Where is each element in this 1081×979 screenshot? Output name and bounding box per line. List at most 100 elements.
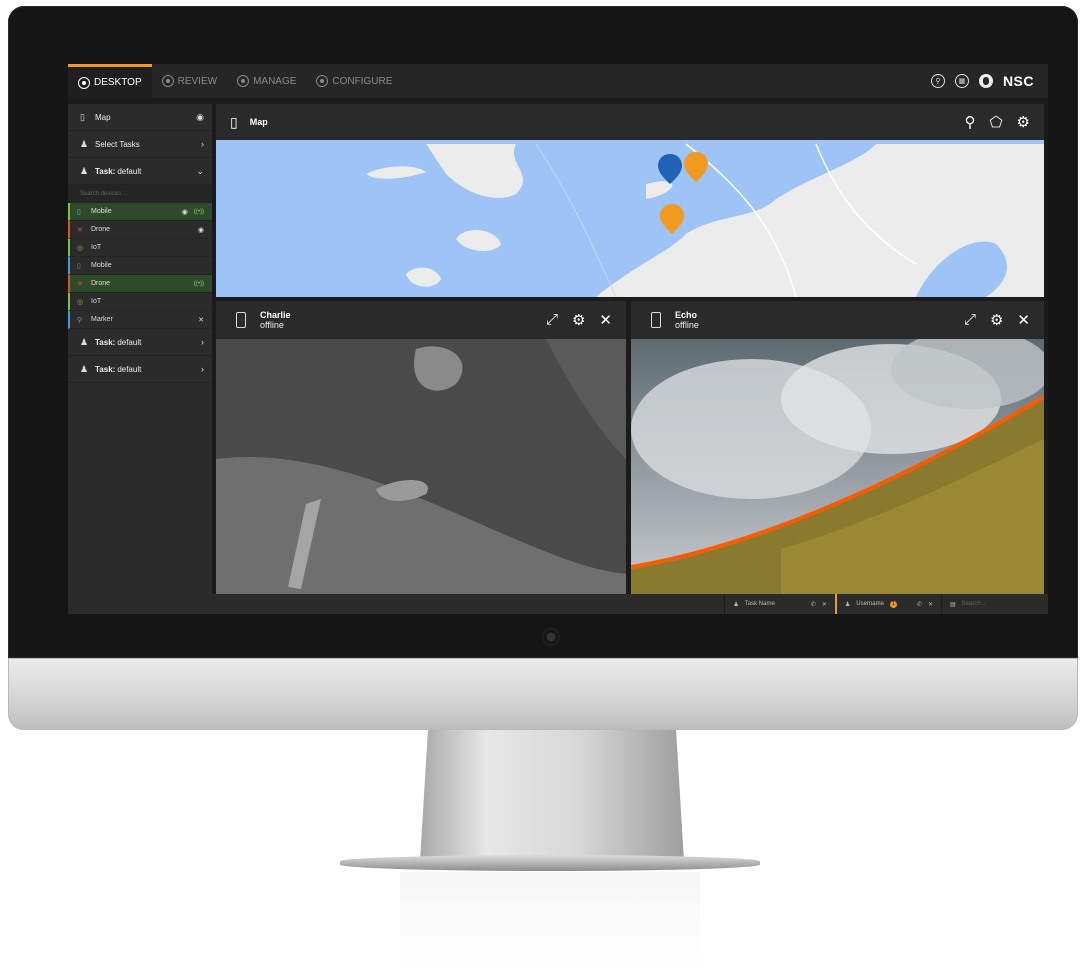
camera-feed-aerial xyxy=(216,339,626,594)
main-area: ▯ Map ⚲ ⬠ ⚙ Charlie offline ⤢ ⚙ ✕ Echo o… xyxy=(216,104,1044,594)
sidebar-item-label: Select Tasks xyxy=(95,139,140,149)
mobile-icon: ▯ xyxy=(77,208,81,216)
user-icon: ♟ xyxy=(844,601,851,608)
stand-reflection xyxy=(400,872,700,972)
sidebar: ▯ Map ◉ ♟ Select Tasks › ♟ Task: default… xyxy=(68,104,212,594)
map-panel[interactable]: ▯ Map ⚲ ⬠ ⚙ xyxy=(216,104,1044,297)
camera-feed-wildfire xyxy=(631,339,1044,594)
user-call-widget[interactable]: ♟ Username 1 ✆ ✕ xyxy=(834,594,941,614)
task-prefix: Task: xyxy=(95,364,116,374)
search-placeholder: Search devices ... xyxy=(80,191,128,197)
marker-pin-icon[interactable]: ⚲ xyxy=(965,113,976,131)
chat-icon: ▤ xyxy=(950,601,956,608)
map-panel-title: Map xyxy=(249,117,268,127)
expand-icon[interactable]: ⤢ xyxy=(964,311,976,329)
camera-header: Charlie offline ⤢ ⚙ ✕ xyxy=(216,301,626,339)
task-value: default xyxy=(117,337,142,347)
brand-logo: NSC xyxy=(1002,73,1034,89)
task-value: default xyxy=(117,364,142,374)
tab-manage[interactable]: MANAGE xyxy=(227,64,306,98)
notification-badge: 1 xyxy=(889,600,897,608)
camera-status: offline xyxy=(675,320,699,330)
device-item[interactable]: ◎ IoT xyxy=(68,239,212,257)
monitor-chin xyxy=(8,658,1078,730)
device-item[interactable]: ⚲ Marker ✕ xyxy=(68,311,212,329)
drone-marker-icon[interactable] xyxy=(658,154,682,184)
eye-icon[interactable]: ◉ xyxy=(182,208,188,216)
phone-icon[interactable]: ✆ xyxy=(811,601,816,608)
mobile-icon: ▯ xyxy=(77,262,81,270)
device-label: Mobile xyxy=(91,262,112,269)
device-item[interactable]: ✕ Drone ◉ xyxy=(68,221,212,239)
sidebar-task-expanded[interactable]: ♟ Task: default ⌄ xyxy=(68,158,212,185)
camera-status: offline xyxy=(260,320,284,330)
eye-icon xyxy=(78,76,90,89)
mobile-icon xyxy=(651,312,661,328)
sidebar-item-map[interactable]: ▯ Map ◉ xyxy=(68,104,212,131)
top-right-tools: ⚲ ▦ NSC xyxy=(930,73,1048,89)
phone-icon[interactable]: ✆ xyxy=(917,601,922,608)
sidebar-item-select-tasks[interactable]: ♟ Select Tasks › xyxy=(68,131,212,158)
chevron-right-icon: › xyxy=(201,139,204,149)
pin-tool-icon[interactable]: ⚲ xyxy=(930,74,945,88)
device-label: IoT xyxy=(91,298,102,305)
eye-icon[interactable]: ◉ xyxy=(196,112,204,123)
chevron-down-icon: ⌄ xyxy=(196,165,204,176)
gear-icon[interactable]: ⚙ xyxy=(990,311,1003,329)
signal-icon: ((•)) xyxy=(193,208,204,215)
tab-review[interactable]: REVIEW xyxy=(152,64,227,98)
close-icon[interactable]: ✕ xyxy=(599,311,612,329)
close-icon[interactable]: ✕ xyxy=(928,601,933,608)
bottom-bar: ♟ Task Name ✆ ✕ ♟ Username 1 ✆ ✕ ▤ Searc… xyxy=(68,594,1048,614)
sidebar-task[interactable]: ♟ Task: default › xyxy=(68,329,212,356)
gear-icon[interactable]: ⚙ xyxy=(1017,113,1030,131)
camera-name: Charlie xyxy=(260,310,291,320)
gear-icon[interactable]: ⚙ xyxy=(572,311,585,329)
chevron-right-icon: › xyxy=(201,337,204,347)
eye-icon[interactable]: ◉ xyxy=(198,226,204,234)
expand-icon[interactable]: ⤢ xyxy=(546,311,558,329)
device-search-input[interactable]: Search devices ... xyxy=(68,185,212,203)
drone-icon: ✕ xyxy=(77,280,83,288)
map-icon: ▯ xyxy=(80,111,85,122)
tab-label: REVIEW xyxy=(177,75,218,87)
sidebar-task[interactable]: ♟ Task: default › xyxy=(68,356,212,383)
signal-icon: ((•)) xyxy=(193,280,204,287)
monitor-stand-base xyxy=(340,855,760,871)
polygon-icon[interactable]: ⬠ xyxy=(990,113,1003,131)
map-icon: ▯ xyxy=(230,113,238,130)
tab-label: CONFIGURE xyxy=(332,75,393,87)
tab-label: MANAGE xyxy=(253,75,297,87)
user-icon[interactable] xyxy=(978,74,993,88)
iot-icon: ◎ xyxy=(77,244,84,252)
chat-search[interactable]: ▤ Search... xyxy=(941,594,1048,614)
chevron-right-icon: › xyxy=(201,364,204,374)
close-icon[interactable]: ✕ xyxy=(198,316,204,324)
camera-panel-echo[interactable]: Echo offline ⤢ ⚙ ✕ xyxy=(631,301,1044,594)
device-item[interactable]: ◎ IoT xyxy=(68,293,212,311)
grid-tool-icon[interactable]: ▦ xyxy=(954,74,969,88)
marker-icon: ⚲ xyxy=(77,316,83,324)
gear-icon xyxy=(316,75,329,87)
webcam xyxy=(542,628,560,646)
device-item[interactable]: ✕ Drone ((•)) xyxy=(68,275,212,293)
device-item[interactable]: ▯ Mobile ◉ ((•)) xyxy=(68,203,212,221)
camera-panel-charlie[interactable]: Charlie offline ⤢ ⚙ ✕ xyxy=(216,301,626,594)
map-markers xyxy=(658,152,708,234)
camera-tools: ⤢ ⚙ ✕ xyxy=(964,311,1044,329)
tab-label: DESKTOP xyxy=(94,77,142,88)
close-icon[interactable]: ✕ xyxy=(1017,311,1030,329)
fire-marker-icon[interactable] xyxy=(684,152,708,182)
device-item[interactable]: ▯ Mobile xyxy=(68,257,212,275)
username: Username xyxy=(856,601,884,607)
manage-icon xyxy=(237,75,250,87)
device-label: Marker xyxy=(91,316,113,323)
task-call-widget[interactable]: ♟ Task Name ✆ ✕ xyxy=(724,594,834,614)
camera-header: Echo offline ⤢ ⚙ ✕ xyxy=(631,301,1044,339)
close-icon[interactable]: ✕ xyxy=(822,601,827,608)
device-label: Mobile xyxy=(91,208,112,215)
tab-configure[interactable]: CONFIGURE xyxy=(306,64,402,98)
tab-desktop[interactable]: DESKTOP xyxy=(68,64,152,98)
fire-marker-icon[interactable] xyxy=(660,204,684,234)
drone-icon: ✕ xyxy=(77,226,83,234)
